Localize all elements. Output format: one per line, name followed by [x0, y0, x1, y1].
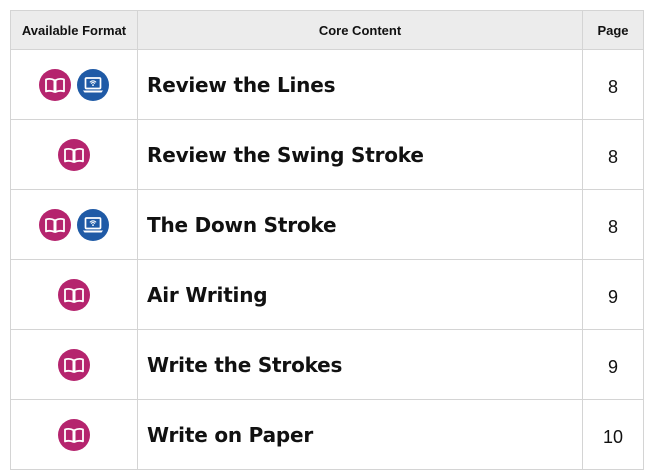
laptop-wifi-icon: [77, 208, 109, 241]
table-row: Review the Swing Stroke 8: [10, 119, 644, 190]
table-header-row: Available Format Core Content Page: [10, 10, 644, 50]
format-cell: [10, 119, 138, 190]
format-cell: [10, 189, 138, 260]
format-cell: [10, 329, 138, 400]
page-cell: 8: [582, 49, 644, 120]
core-content-table: Available Format Core Content Page Revie…: [10, 10, 644, 470]
table-row: The Down Stroke 8: [10, 189, 644, 260]
page-cell: 10: [582, 399, 644, 470]
book-icon: [58, 418, 90, 451]
header-available-format: Available Format: [10, 10, 138, 50]
header-page: Page: [582, 10, 644, 50]
core-content-cell: Write the Strokes: [137, 329, 583, 400]
core-content-cell: Review the Lines: [137, 49, 583, 120]
table-row: Write on Paper 10: [10, 399, 644, 470]
format-cell: [10, 49, 138, 120]
core-content-cell: The Down Stroke: [137, 189, 583, 260]
format-cell: [10, 259, 138, 330]
page-cell: 8: [582, 189, 644, 260]
table-row: Write the Strokes 9: [10, 329, 644, 400]
header-core-content: Core Content: [137, 10, 583, 50]
book-icon: [39, 208, 71, 241]
table-row: Air Writing 9: [10, 259, 644, 330]
core-content-cell: Review the Swing Stroke: [137, 119, 583, 190]
page-cell: 9: [582, 259, 644, 330]
page-cell: 8: [582, 119, 644, 190]
book-icon: [39, 68, 71, 101]
book-icon: [58, 278, 90, 311]
book-icon: [58, 348, 90, 381]
core-content-cell: Air Writing: [137, 259, 583, 330]
book-icon: [58, 138, 90, 171]
table-row: Review the Lines 8: [10, 49, 644, 120]
core-content-cell: Write on Paper: [137, 399, 583, 470]
format-cell: [10, 399, 138, 470]
laptop-wifi-icon: [77, 68, 109, 101]
page-cell: 9: [582, 329, 644, 400]
